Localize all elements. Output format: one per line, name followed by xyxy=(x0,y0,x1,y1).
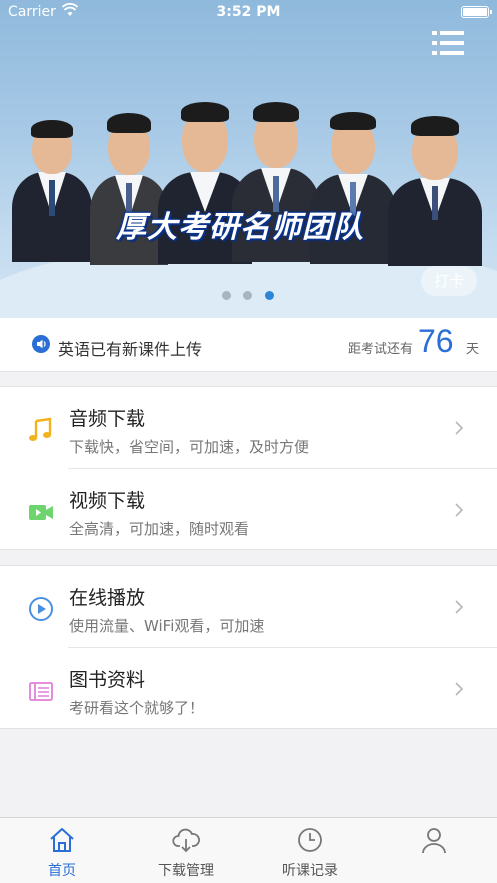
book-icon xyxy=(29,682,53,701)
menu-item-title: 图书资料 xyxy=(69,669,146,691)
chevron-right-icon xyxy=(455,421,464,435)
menu-item-subtitle: 考研看这个就够了！ xyxy=(69,699,205,717)
user-icon xyxy=(422,828,446,854)
checkin-button[interactable]: 打卡 xyxy=(421,266,477,296)
battery-icon xyxy=(461,6,492,18)
play-circle-icon xyxy=(29,597,53,621)
menu-item-title: 视频下载 xyxy=(69,490,146,512)
menu-item-online-play[interactable]: 在线播放 使用流量、WiFi观看，可加速 xyxy=(0,566,497,648)
video-camera-icon xyxy=(29,505,53,520)
speaker-icon xyxy=(32,335,50,353)
notice-text[interactable]: 英语已有新课件上传 xyxy=(58,336,202,360)
tab-label: 听课记录 xyxy=(282,863,338,879)
list-menu-icon[interactable] xyxy=(432,30,464,56)
status-bar: Carrier 3:52 PM xyxy=(0,0,497,26)
menu-item-subtitle: 下载快，省空间，可加速，及时方便 xyxy=(69,438,310,456)
teacher-figure xyxy=(12,110,92,262)
chevron-right-icon xyxy=(455,682,464,696)
home-icon xyxy=(50,828,74,852)
tab-label: 首页 xyxy=(48,863,76,879)
menu-item-audio-download[interactable]: 音频下载 下载快，省空间，可加速，及时方便 xyxy=(0,387,497,469)
tab-home[interactable]: 首页 xyxy=(0,818,124,883)
countdown-prefix: 距考试还有 xyxy=(348,342,414,357)
carousel-dot[interactable] xyxy=(243,291,252,300)
bottom-tab-bar: 首页 下载管理 听课记录 xyxy=(0,817,497,883)
menu-item-video-download[interactable]: 视频下载 全高清，可加速，随时观看 xyxy=(0,469,497,551)
tab-profile[interactable] xyxy=(372,818,496,883)
countdown-days: 76 xyxy=(418,323,454,359)
status-time: 3:52 PM xyxy=(216,4,281,20)
music-note-icon xyxy=(29,417,52,441)
chevron-right-icon xyxy=(455,600,464,614)
banner-title: 厚大考研名师团队 xyxy=(116,210,364,245)
cloud-download-icon xyxy=(172,828,200,853)
menu-item-subtitle: 使用流量、WiFi观看，可加速 xyxy=(69,617,265,635)
menu-group-downloads: 音频下载 下载快，省空间，可加速，及时方便 视频下载 全高清，可加速，随时观看 xyxy=(0,386,497,550)
tab-download-manager[interactable]: 下载管理 xyxy=(124,818,248,883)
menu-group-resources: 在线播放 使用流量、WiFi观看，可加速 图书资料 考研看这个就够了！ xyxy=(0,565,497,729)
menu-item-title: 在线播放 xyxy=(69,587,146,609)
carousel-pagination xyxy=(222,291,282,301)
tab-label: 下载管理 xyxy=(158,863,214,879)
menu-item-subtitle: 全高清，可加速，随时观看 xyxy=(69,520,250,538)
clock-icon xyxy=(298,828,322,852)
carousel-dot[interactable] xyxy=(222,291,231,300)
hero-banner[interactable]: 厚大考研名师团队 打卡 xyxy=(0,0,497,318)
chevron-right-icon xyxy=(455,503,464,517)
tab-listening-history[interactable]: 听课记录 xyxy=(248,818,372,883)
carousel-dot-active[interactable] xyxy=(265,291,274,300)
menu-item-title: 音频下载 xyxy=(69,408,146,430)
teacher-figure xyxy=(388,112,482,266)
countdown-unit: 天 xyxy=(466,342,480,357)
menu-item-books[interactable]: 图书资料 考研看这个就够了！ xyxy=(0,648,497,730)
